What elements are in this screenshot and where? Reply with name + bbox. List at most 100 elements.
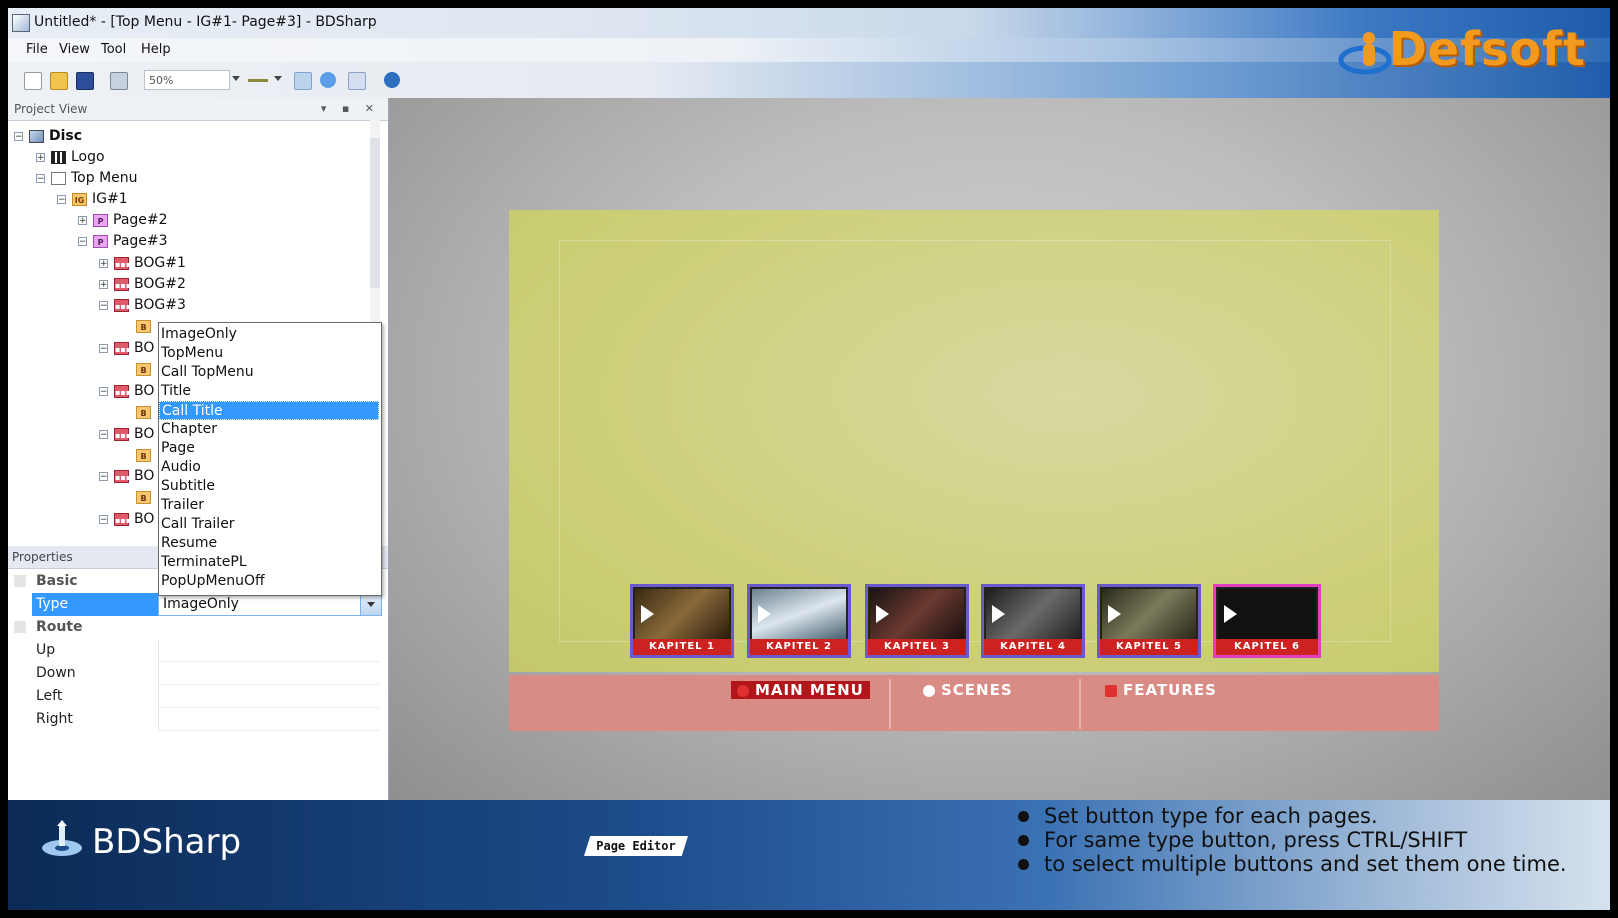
scenes-button[interactable]: SCENES	[923, 681, 1013, 699]
type-option-selected[interactable]: Call Title	[159, 401, 379, 420]
features-button[interactable]: FEATURES	[1105, 681, 1217, 699]
type-option[interactable]: TerminatePL	[159, 553, 379, 572]
bog-icon: ▪▪▪	[114, 427, 131, 441]
menu-file[interactable]: File	[26, 42, 48, 57]
chapter-button[interactable]: KAPITEL 3	[865, 584, 969, 658]
tree-node-button[interactable]: B	[136, 447, 156, 467]
tree-node-bog[interactable]: − ▪▪▪ BO	[99, 468, 154, 488]
chevron-down-icon[interactable]	[274, 76, 282, 81]
tree-node-bog2[interactable]: + ▪▪▪ BOG#2	[99, 276, 186, 296]
type-option[interactable]: Chapter	[159, 420, 379, 439]
type-option[interactable]: Audio	[159, 458, 379, 477]
collapse-icon[interactable]: −	[99, 514, 108, 524]
tree-node-button[interactable]: B	[136, 361, 156, 381]
tree-node-bog1[interactable]: + ▪▪▪ BOG#1	[99, 255, 186, 275]
menu-icon	[51, 171, 66, 185]
collapse-icon[interactable]: −	[99, 343, 108, 353]
expand-icon[interactable]: +	[99, 279, 108, 289]
tree-node-bog3[interactable]: − ▪▪▪ BOG#3	[99, 297, 186, 317]
prop-value-down[interactable]	[158, 662, 380, 685]
chapter-button[interactable]: KAPITEL 1	[630, 584, 734, 658]
button-node-icon: B	[136, 319, 151, 333]
tree-node-logo[interactable]: + Logo	[36, 149, 105, 169]
tree-node-page3[interactable]: − P Page#3	[78, 233, 168, 253]
collapse-icon[interactable]: −	[78, 236, 87, 246]
type-option[interactable]: Subtitle	[159, 477, 379, 496]
collapse-icon[interactable]: −	[14, 131, 23, 141]
prop-value-left[interactable]	[158, 685, 380, 708]
prop-row-right[interactable]: Right	[8, 708, 380, 731]
chapter-button[interactable]: KAPITEL 2	[747, 584, 851, 658]
tree-node-disc[interactable]: − Disc	[14, 128, 82, 148]
chapter-button[interactable]: KAPITEL 4	[981, 584, 1085, 658]
type-option[interactable]: Trailer	[159, 496, 379, 515]
collapse-icon[interactable]: −	[99, 429, 108, 439]
tree-node-ig1[interactable]: − IG IG#1	[57, 191, 128, 211]
disc-icon	[29, 129, 44, 143]
tree-node-page2[interactable]: + P Page#2	[78, 212, 168, 232]
defsoft-logo: Defsoft	[1388, 22, 1586, 76]
type-option[interactable]: Title	[159, 382, 379, 401]
defsoft-logo-icon	[1338, 32, 1392, 75]
prop-value-right[interactable]	[158, 708, 380, 731]
type-option[interactable]: Call TopMenu	[159, 363, 379, 382]
tree-node-button[interactable]: B	[136, 489, 156, 509]
collapse-icon[interactable]: −	[99, 300, 108, 310]
collapse-icon[interactable]: −	[99, 471, 108, 481]
prop-value-up[interactable]	[158, 639, 380, 662]
tree-node-top-menu[interactable]: − Top Menu	[36, 170, 138, 190]
chapter-button-selected[interactable]: KAPITEL 6	[1213, 584, 1321, 658]
category-toggle-icon[interactable]	[14, 621, 26, 633]
new-icon[interactable]	[24, 72, 42, 90]
type-option[interactable]: Call Trailer	[159, 515, 379, 534]
grid-icon[interactable]	[348, 72, 366, 90]
expand-icon[interactable]: +	[36, 152, 45, 162]
panel-controls[interactable]: ▾ ▪ ✕	[321, 102, 380, 115]
type-option[interactable]: TopMenu	[159, 344, 379, 363]
main-menu-button[interactable]: MAIN MENU	[731, 681, 870, 699]
type-option[interactable]: Resume	[159, 534, 379, 553]
tree-node-bog[interactable]: − ▪▪▪ BO	[99, 511, 154, 531]
bullet-icon	[1018, 835, 1029, 846]
collapse-icon[interactable]: −	[99, 386, 108, 396]
menu-help[interactable]: Help	[141, 42, 171, 57]
expand-icon[interactable]: +	[78, 215, 87, 225]
line-style-icon[interactable]	[248, 79, 268, 82]
page-editor-canvas[interactable]: KAPITEL 1 KAPITEL 2 KAPITEL 3 KAPITEL 4	[389, 98, 1610, 808]
help-icon[interactable]	[384, 72, 400, 88]
menu-tool[interactable]: Tool	[101, 42, 126, 57]
prop-row-type[interactable]: Type ImageOnly	[8, 593, 382, 616]
prop-row-down[interactable]: Down	[8, 662, 380, 685]
type-option[interactable]: Page	[159, 439, 379, 458]
save-icon[interactable]	[76, 72, 94, 90]
menu-view[interactable]: View	[59, 42, 90, 57]
tree-node-bog[interactable]: − ▪▪▪ BO	[99, 426, 154, 446]
button-node-icon: B	[136, 362, 151, 376]
tree-node-button[interactable]: B	[136, 404, 156, 424]
preview-icon[interactable]	[320, 72, 336, 88]
tree-node-button[interactable]: B	[136, 318, 156, 338]
category-toggle-icon[interactable]	[14, 575, 26, 587]
type-combo[interactable]: ImageOnly	[158, 593, 382, 616]
bullet-icon	[737, 684, 749, 697]
menu-nav-bar: MAIN MENU SCENES FEATURES	[509, 675, 1439, 731]
tree-node-bog[interactable]: − ▪▪▪ BO	[99, 340, 154, 360]
tree-node-bog[interactable]: − ▪▪▪ BO	[99, 383, 154, 403]
print-icon[interactable]	[110, 72, 128, 90]
open-icon[interactable]	[50, 72, 68, 90]
prop-row-up[interactable]: Up	[8, 639, 380, 662]
type-option[interactable]: ImageOnly	[159, 325, 379, 344]
tree-scroll-thumb[interactable]	[370, 138, 380, 288]
collapse-icon[interactable]: −	[36, 173, 45, 183]
collapse-icon[interactable]: −	[57, 194, 66, 204]
expand-icon[interactable]: +	[99, 258, 108, 268]
type-option[interactable]: PopUpMenuOff	[159, 572, 379, 591]
zoom-combo[interactable]: 50%	[144, 70, 230, 90]
prop-category-route[interactable]: Route	[8, 616, 380, 639]
chevron-down-icon[interactable]	[360, 594, 381, 615]
menu-page-background[interactable]: KAPITEL 1 KAPITEL 2 KAPITEL 3 KAPITEL 4	[509, 210, 1439, 672]
chevron-down-icon[interactable]	[232, 76, 240, 81]
prop-row-left[interactable]: Left	[8, 685, 380, 708]
select-tool-icon[interactable]	[294, 72, 312, 90]
chapter-button[interactable]: KAPITEL 5	[1097, 584, 1201, 658]
